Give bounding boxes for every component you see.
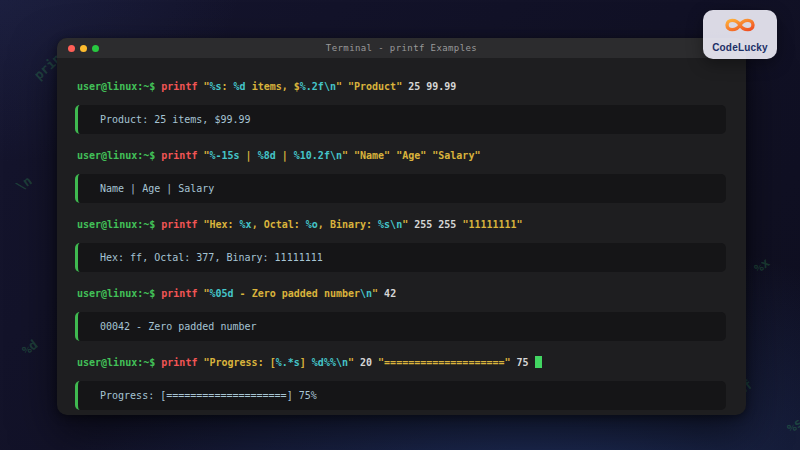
command-segment-str: " "Name" "Age" "Salary" <box>342 150 480 161</box>
terminal-entry: user@linux:~$ printf "%s: %d items, $%.2… <box>77 80 726 134</box>
command-segment-fmt: %s <box>209 81 221 92</box>
command-segment-str: "Progress: [ <box>203 357 275 368</box>
watermark-text: \n <box>13 173 34 194</box>
command-segment-prompt: user@linux:~$ <box>77 219 155 230</box>
command-segment-str: - Zero padded number <box>234 288 360 299</box>
command-segment-arg: 20 <box>354 357 372 368</box>
command-output: Product: 25 items, $99.99 <box>75 105 726 134</box>
command-segment-arg: 75 <box>511 357 529 368</box>
watermark-text: %x <box>751 255 773 276</box>
command-segment-str: , Octal: <box>252 219 306 230</box>
terminal-entry: user@linux:~$ printf "Progress: [%.*s] %… <box>77 356 726 410</box>
command-output: Name | Age | Salary <box>75 174 726 203</box>
terminal-entry: user@linux:~$ printf "Hex: %x, Octal: %o… <box>77 218 726 272</box>
output-text: Progress: [====================] 75% <box>100 390 317 401</box>
infinity-icon <box>723 16 757 34</box>
minimize-button[interactable] <box>80 45 87 52</box>
command-segment-str: | <box>240 150 258 161</box>
command-line: user@linux:~$ printf "%-15s | %8d | %10.… <box>77 149 726 163</box>
command-line: user@linux:~$ printf "Progress: [%.*s] %… <box>77 356 726 370</box>
command-line: user@linux:~$ printf "%s: %d items, $%.2… <box>77 80 726 94</box>
terminal-body: user@linux:~$ printf "%s: %d items, $%.2… <box>57 58 746 410</box>
traffic-lights <box>57 45 99 52</box>
codelucky-label: CodeLucky <box>703 42 777 53</box>
command-segment-str: "Hex: <box>203 219 239 230</box>
command-segment-str: "11111111" <box>456 219 522 230</box>
window-title: Terminal - printf Examples <box>57 43 746 53</box>
command-segment-arg: 255 255 <box>408 219 456 230</box>
terminal-entry: user@linux:~$ printf "%-15s | %8d | %10.… <box>77 149 726 203</box>
command-segment-fmt: %.2f\n <box>300 81 336 92</box>
terminal-window: Terminal - printf Examples user@linux:~$… <box>57 38 746 415</box>
command-segment-fmt: %05d <box>209 288 233 299</box>
close-button[interactable] <box>68 45 75 52</box>
command-segment-str: ] <box>300 357 312 368</box>
zoom-button[interactable] <box>92 45 99 52</box>
output-text: Name | Age | Salary <box>100 183 214 194</box>
page-background: %s%f%x%d\nprintf CodeLucky Terminal - pr… <box>0 0 800 450</box>
command-output: Progress: [====================] 75% <box>75 381 726 410</box>
command-segment-fmt: \n <box>360 288 372 299</box>
command-segment-fmt: %x <box>240 219 252 230</box>
command-segment-prompt: user@linux:~$ <box>77 357 155 368</box>
command-segment-exe: printf <box>155 150 203 161</box>
command-segment-str: items, $ <box>246 81 300 92</box>
command-segment-prompt: user@linux:~$ <box>77 150 155 161</box>
command-segment-exe: printf <box>155 357 203 368</box>
terminal-titlebar[interactable]: Terminal - printf Examples <box>57 38 746 58</box>
command-segment-fmt: %o <box>306 219 318 230</box>
command-output: Hex: ff, Octal: 377, Binary: 11111111 <box>75 243 726 272</box>
command-segment-str: | <box>276 150 294 161</box>
command-segment-str: : <box>222 81 234 92</box>
command-segment-fmt: %d%%\n <box>312 357 348 368</box>
watermark-text: %s <box>784 415 800 436</box>
output-text: Product: 25 items, $99.99 <box>100 114 251 125</box>
command-segment-arg: 25 99.99 <box>402 81 456 92</box>
command-segment-fmt: %s\n <box>378 219 402 230</box>
output-text: 00042 - Zero padded number <box>100 321 257 332</box>
command-output: 00042 - Zero padded number <box>75 312 726 341</box>
command-line: user@linux:~$ printf "Hex: %x, Octal: %o… <box>77 218 726 232</box>
command-segment-str: "====================" <box>372 357 510 368</box>
command-segment-str: , Binary: <box>318 219 378 230</box>
command-segment-arg: 42 <box>378 288 396 299</box>
command-segment-fmt: %8d <box>258 150 276 161</box>
command-segment-fmt: %d <box>234 81 246 92</box>
codelucky-badge: CodeLucky <box>703 10 777 59</box>
command-segment-prompt: user@linux:~$ <box>77 81 155 92</box>
command-segment-fmt: %10.2f\n <box>294 150 342 161</box>
command-segment-exe: printf <box>155 81 203 92</box>
command-segment-exe: printf <box>155 288 203 299</box>
command-segment-str: " "Product" <box>336 81 402 92</box>
command-line: user@linux:~$ printf "%05d - Zero padded… <box>77 287 726 301</box>
command-segment-fmt: %-15s <box>209 150 239 161</box>
watermark-text: %d <box>19 337 41 358</box>
output-text: Hex: ff, Octal: 377, Binary: 11111111 <box>100 252 323 263</box>
terminal-cursor <box>535 356 542 368</box>
command-segment-exe: printf <box>155 219 203 230</box>
command-segment-prompt: user@linux:~$ <box>77 288 155 299</box>
command-segment-fmt: %.*s <box>276 357 300 368</box>
terminal-entry: user@linux:~$ printf "%05d - Zero padded… <box>77 287 726 341</box>
